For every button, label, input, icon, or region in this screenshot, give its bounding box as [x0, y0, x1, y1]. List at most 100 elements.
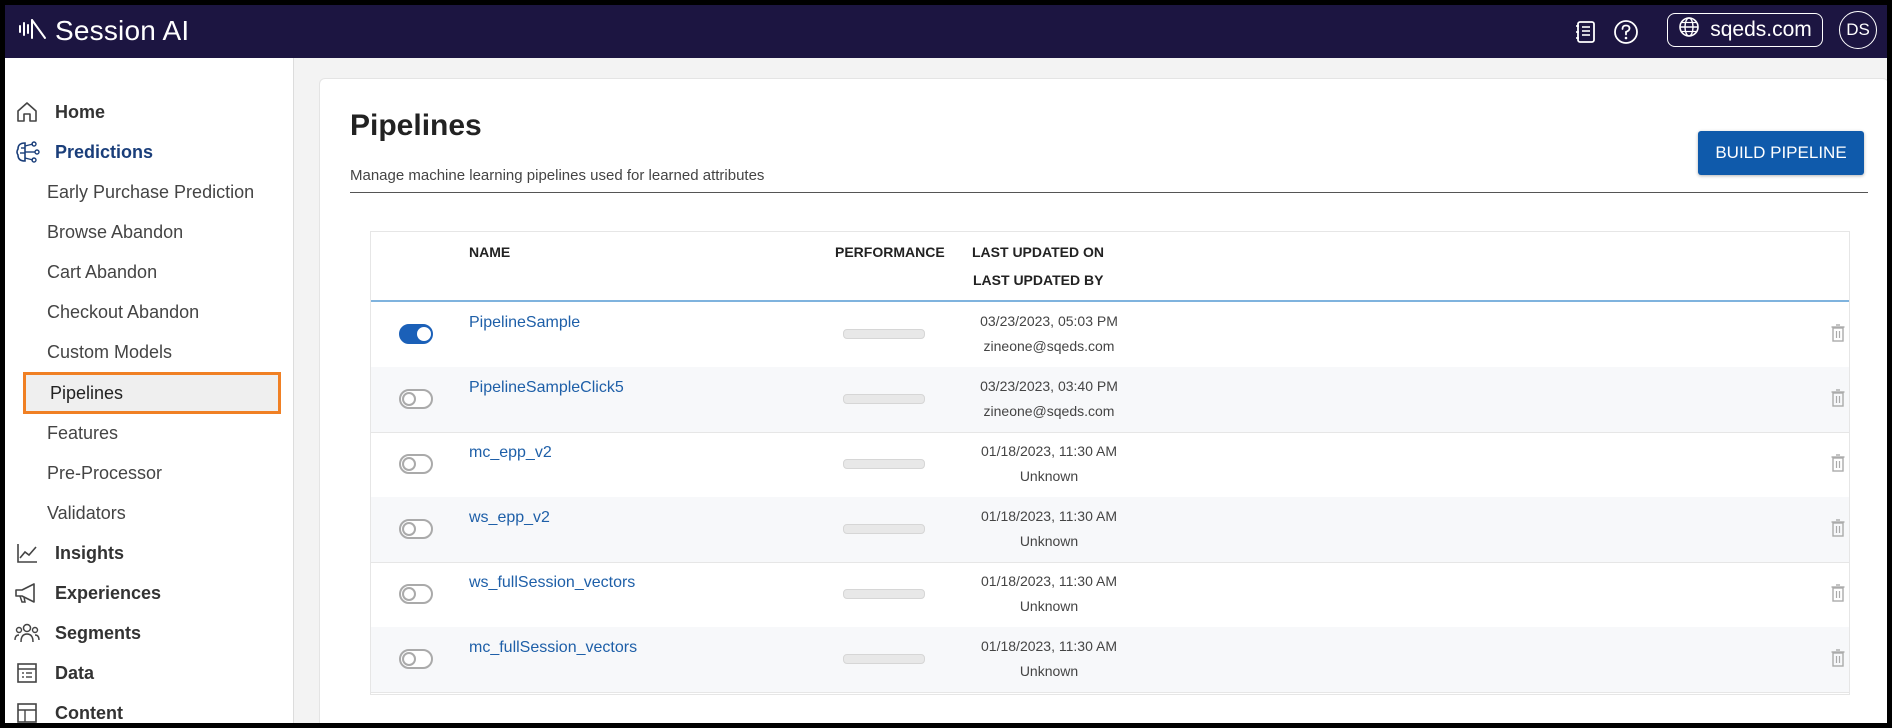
user-initials: DS: [1846, 20, 1870, 39]
help-icon[interactable]: [1611, 17, 1641, 47]
pipeline-name-link[interactable]: ws_fullSession_vectors: [469, 574, 635, 592]
sidebar-subitem-features[interactable]: Features: [47, 417, 118, 449]
delete-trash-icon[interactable]: [1831, 649, 1845, 667]
column-header-last-updated-by[interactable]: LAST UPDATED BY: [973, 272, 1103, 288]
home-icon: [13, 98, 41, 126]
sidebar-item-label: Segments: [55, 622, 142, 643]
sidebar-subitem-label: Browse Abandon: [47, 221, 184, 242]
sidebar-item-content[interactable]: Content: [13, 697, 123, 723]
sidebar-subitem-validators[interactable]: Validators: [47, 497, 126, 529]
sidebar-subitem-early-purchase-prediction[interactable]: Early Purchase Prediction: [47, 176, 254, 208]
performance-bar: [843, 394, 925, 404]
divider: [350, 192, 1868, 193]
last-updated-by: Unknown: [1019, 598, 1079, 614]
sidebar-item-data[interactable]: Data: [13, 657, 94, 689]
layout-icon: [13, 699, 41, 723]
delete-trash-icon[interactable]: [1831, 584, 1845, 602]
session-ai-logo-icon: [17, 16, 49, 47]
pipeline-name-link[interactable]: PipelineSampleClick5: [469, 379, 624, 397]
brain-icon: [13, 138, 41, 166]
sidebar-subitem-label: Features: [47, 422, 119, 443]
delete-trash-icon[interactable]: [1831, 454, 1845, 472]
pipeline-enable-toggle[interactable]: [399, 649, 433, 669]
last-updated-on: 01/18/2023, 11:30 AM: [981, 573, 1117, 589]
last-updated-on: 01/18/2023, 11:30 AM: [981, 443, 1117, 459]
user-avatar[interactable]: DS: [1839, 11, 1877, 49]
sidebar-item-segments[interactable]: Segments: [13, 617, 141, 649]
brand[interactable]: Session AI: [17, 15, 189, 47]
main-area: Pipelines Manage machine learning pipeli…: [294, 58, 1887, 723]
column-header-last-updated-on[interactable]: LAST UPDATED ON: [972, 244, 1104, 260]
sidebar-subitem-label: Pipelines: [50, 382, 124, 403]
pipeline-enable-toggle[interactable]: [399, 519, 433, 539]
table-row: PipelineSample 03/23/2023, 05:03 PM zine…: [371, 302, 1849, 368]
page-title: Pipelines: [350, 109, 482, 142]
sidebar-item-insights[interactable]: Insights: [13, 537, 124, 569]
table-header: NAME PERFORMANCE LAST UPDATED ON LAST UP…: [371, 232, 1849, 302]
sidebar-subitem-cart-abandon[interactable]: Cart Abandon: [47, 256, 157, 288]
last-updated-by: zineone@sqeds.com: [983, 338, 1115, 354]
pipeline-enable-toggle[interactable]: [399, 324, 433, 344]
sidebar-subitem-custom-models[interactable]: Custom Models: [47, 336, 172, 368]
last-updated-by: Unknown: [1019, 468, 1079, 484]
data-table-icon: [13, 659, 41, 687]
users-icon: [13, 619, 41, 647]
table-row: mc_fullSession_vectors 01/18/2023, 11:30…: [371, 627, 1849, 693]
globe-icon: [1678, 16, 1700, 44]
sidebar: Home Predictions Early Purchase Predicti…: [5, 58, 294, 723]
last-updated-on: 03/23/2023, 03:40 PM: [980, 378, 1118, 394]
notes-icon[interactable]: [1571, 17, 1601, 47]
last-updated-on: 01/18/2023, 11:30 AM: [981, 638, 1117, 654]
pipeline-name-link[interactable]: mc_epp_v2: [469, 444, 552, 462]
build-pipeline-button[interactable]: BUILD PIPELINE: [1698, 131, 1864, 175]
pipeline-enable-toggle[interactable]: [399, 584, 433, 604]
delete-trash-icon[interactable]: [1831, 324, 1845, 342]
last-updated-by: Unknown: [1019, 533, 1079, 549]
table-row: ws_fullSession_vectors 01/18/2023, 11:30…: [371, 562, 1849, 628]
pipeline-name-link[interactable]: mc_fullSession_vectors: [469, 639, 637, 657]
sidebar-subitem-label: Custom Models: [47, 341, 173, 362]
delete-trash-icon[interactable]: [1831, 519, 1845, 537]
last-updated-on: 01/18/2023, 11:30 AM: [981, 508, 1117, 524]
sidebar-subitem-pipelines[interactable]: Pipelines: [23, 372, 281, 414]
pipeline-enable-toggle[interactable]: [399, 389, 433, 409]
pipeline-name-link[interactable]: PipelineSample: [469, 314, 580, 332]
column-header-performance[interactable]: PERFORMANCE: [835, 244, 945, 260]
app-name: Session AI: [55, 15, 190, 46]
table-row: PipelineSampleClick5 03/23/2023, 03:40 P…: [371, 367, 1849, 433]
sidebar-subitem-label: Early Purchase Prediction: [47, 181, 255, 202]
top-bar: Session AI sqeds.com DS: [5, 5, 1887, 58]
pipeline-name-link[interactable]: ws_epp_v2: [469, 509, 550, 527]
last-updated-by: zineone@sqeds.com: [983, 403, 1115, 419]
sidebar-subitem-label: Pre-Processor: [47, 462, 163, 483]
megaphone-icon: [13, 579, 41, 607]
last-updated-on: 03/23/2023, 05:03 PM: [980, 313, 1118, 329]
delete-trash-icon[interactable]: [1831, 389, 1845, 407]
sidebar-item-label: Content: [55, 702, 123, 723]
sidebar-item-home[interactable]: Home: [13, 96, 105, 128]
domain-label: sqeds.com: [1710, 18, 1812, 41]
pipeline-enable-toggle[interactable]: [399, 454, 433, 474]
sidebar-subitem-checkout-abandon[interactable]: Checkout Abandon: [47, 296, 199, 328]
column-header-name[interactable]: NAME: [469, 244, 510, 260]
sidebar-subitem-pre-processor[interactable]: Pre-Processor: [47, 457, 162, 489]
sidebar-subitem-label: Validators: [47, 502, 126, 523]
domain-selector-button[interactable]: sqeds.com: [1667, 13, 1823, 47]
chart-line-icon: [13, 539, 41, 567]
sidebar-item-predictions[interactable]: Predictions: [13, 136, 153, 168]
page-subtitle: Manage machine learning pipelines used f…: [350, 167, 765, 184]
table-row: ws_epp_v2 01/18/2023, 11:30 AM Unknown: [371, 497, 1849, 563]
sidebar-subitem-label: Cart Abandon: [47, 261, 158, 282]
table-row: mc_epp_v2 01/18/2023, 11:30 AM Unknown: [371, 432, 1849, 498]
sidebar-item-label: Data: [55, 662, 95, 683]
sidebar-item-label: Insights: [55, 542, 125, 563]
sidebar-subitem-browse-abandon[interactable]: Browse Abandon: [47, 216, 183, 248]
performance-bar: [843, 589, 925, 599]
pipelines-card: Pipelines Manage machine learning pipeli…: [319, 78, 1887, 723]
performance-bar: [843, 654, 925, 664]
last-updated-by: Unknown: [1019, 663, 1079, 679]
sidebar-subitem-label: Checkout Abandon: [47, 301, 200, 322]
pipelines-table: NAME PERFORMANCE LAST UPDATED ON LAST UP…: [370, 231, 1850, 695]
performance-bar: [843, 524, 925, 534]
sidebar-item-experiences[interactable]: Experiences: [13, 577, 161, 609]
